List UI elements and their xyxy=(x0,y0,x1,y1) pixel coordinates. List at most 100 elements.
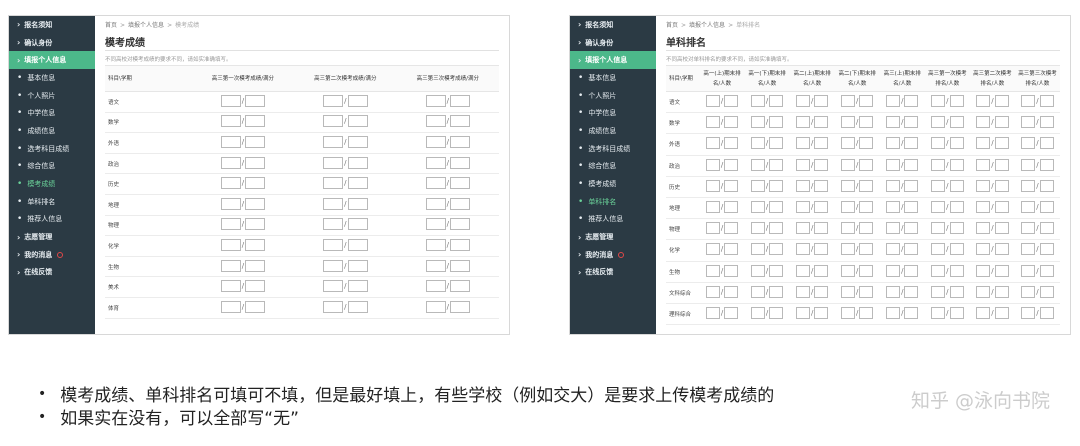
score-input[interactable] xyxy=(976,264,991,277)
total-input[interactable] xyxy=(245,259,266,272)
sidebar-item[interactable]: • 中学信息 xyxy=(9,104,95,122)
score-input[interactable] xyxy=(1021,158,1036,171)
score-input[interactable] xyxy=(750,179,765,192)
sidebar-item[interactable]: › 确认身份 xyxy=(570,34,656,52)
total-input[interactable] xyxy=(814,95,829,108)
score-input[interactable] xyxy=(425,156,446,169)
score-input[interactable] xyxy=(220,280,241,293)
score-input[interactable] xyxy=(705,137,720,150)
score-input[interactable] xyxy=(323,197,344,210)
score-input[interactable] xyxy=(425,115,446,128)
score-input[interactable] xyxy=(931,243,946,256)
total-input[interactable] xyxy=(245,94,266,107)
total-input[interactable] xyxy=(1039,95,1054,108)
sidebar-item[interactable]: • 综合信息 xyxy=(9,158,95,176)
sidebar-item[interactable]: › 我的消息 xyxy=(570,246,656,264)
total-input[interactable] xyxy=(949,264,964,277)
total-input[interactable] xyxy=(347,300,368,313)
total-input[interactable] xyxy=(949,222,964,235)
score-input[interactable] xyxy=(931,285,946,298)
total-input[interactable] xyxy=(814,201,829,214)
score-input[interactable] xyxy=(323,238,344,251)
total-input[interactable] xyxy=(994,306,1009,319)
score-input[interactable] xyxy=(425,135,446,148)
total-input[interactable] xyxy=(904,222,919,235)
sidebar-item[interactable]: › 填报个人信息 xyxy=(9,51,95,70)
total-input[interactable] xyxy=(769,158,784,171)
total-input[interactable] xyxy=(245,218,266,231)
total-input[interactable] xyxy=(904,137,919,150)
score-input[interactable] xyxy=(705,95,720,108)
score-input[interactable] xyxy=(886,306,901,319)
sidebar-item[interactable]: • 模考成绩 xyxy=(570,175,656,193)
total-input[interactable] xyxy=(1039,158,1054,171)
sidebar-item[interactable]: • 选考科目成绩 xyxy=(9,140,95,158)
total-input[interactable] xyxy=(904,116,919,129)
total-input[interactable] xyxy=(949,179,964,192)
score-input[interactable] xyxy=(705,158,720,171)
score-input[interactable] xyxy=(750,201,765,214)
score-input[interactable] xyxy=(976,201,991,214)
score-input[interactable] xyxy=(750,222,765,235)
score-input[interactable] xyxy=(323,94,344,107)
total-input[interactable] xyxy=(769,306,784,319)
score-input[interactable] xyxy=(886,264,901,277)
total-input[interactable] xyxy=(1039,285,1054,298)
score-input[interactable] xyxy=(1021,306,1036,319)
score-input[interactable] xyxy=(425,300,446,313)
score-input[interactable] xyxy=(886,116,901,129)
total-input[interactable] xyxy=(449,280,470,293)
score-input[interactable] xyxy=(1021,222,1036,235)
total-input[interactable] xyxy=(1039,201,1054,214)
total-input[interactable] xyxy=(449,135,470,148)
score-input[interactable] xyxy=(795,306,810,319)
total-input[interactable] xyxy=(347,280,368,293)
score-input[interactable] xyxy=(220,218,241,231)
total-input[interactable] xyxy=(449,94,470,107)
score-input[interactable] xyxy=(795,95,810,108)
score-input[interactable] xyxy=(886,179,901,192)
score-input[interactable] xyxy=(1021,179,1036,192)
total-input[interactable] xyxy=(724,264,739,277)
total-input[interactable] xyxy=(949,285,964,298)
total-input[interactable] xyxy=(814,222,829,235)
score-input[interactable] xyxy=(841,201,856,214)
score-input[interactable] xyxy=(931,179,946,192)
score-input[interactable] xyxy=(425,197,446,210)
score-input[interactable] xyxy=(976,158,991,171)
total-input[interactable] xyxy=(904,306,919,319)
score-input[interactable] xyxy=(795,201,810,214)
score-input[interactable] xyxy=(976,285,991,298)
total-input[interactable] xyxy=(769,285,784,298)
score-input[interactable] xyxy=(750,306,765,319)
total-input[interactable] xyxy=(1039,306,1054,319)
score-input[interactable] xyxy=(841,95,856,108)
score-input[interactable] xyxy=(976,306,991,319)
total-input[interactable] xyxy=(904,243,919,256)
score-input[interactable] xyxy=(323,115,344,128)
score-input[interactable] xyxy=(425,218,446,231)
total-input[interactable] xyxy=(347,197,368,210)
score-input[interactable] xyxy=(705,306,720,319)
score-input[interactable] xyxy=(220,156,241,169)
total-input[interactable] xyxy=(859,179,874,192)
score-input[interactable] xyxy=(795,264,810,277)
total-input[interactable] xyxy=(724,95,739,108)
total-input[interactable] xyxy=(724,306,739,319)
score-input[interactable] xyxy=(1021,243,1036,256)
score-input[interactable] xyxy=(976,137,991,150)
score-input[interactable] xyxy=(323,259,344,272)
total-input[interactable] xyxy=(769,222,784,235)
total-input[interactable] xyxy=(245,177,266,190)
total-input[interactable] xyxy=(814,264,829,277)
total-input[interactable] xyxy=(245,115,266,128)
total-input[interactable] xyxy=(245,280,266,293)
total-input[interactable] xyxy=(859,201,874,214)
sidebar-item[interactable]: › 在线反馈 xyxy=(570,264,656,282)
total-input[interactable] xyxy=(904,285,919,298)
score-input[interactable] xyxy=(220,94,241,107)
sidebar-item[interactable]: › 报名须知 xyxy=(9,16,95,34)
total-input[interactable] xyxy=(814,306,829,319)
total-input[interactable] xyxy=(859,306,874,319)
score-input[interactable] xyxy=(795,285,810,298)
